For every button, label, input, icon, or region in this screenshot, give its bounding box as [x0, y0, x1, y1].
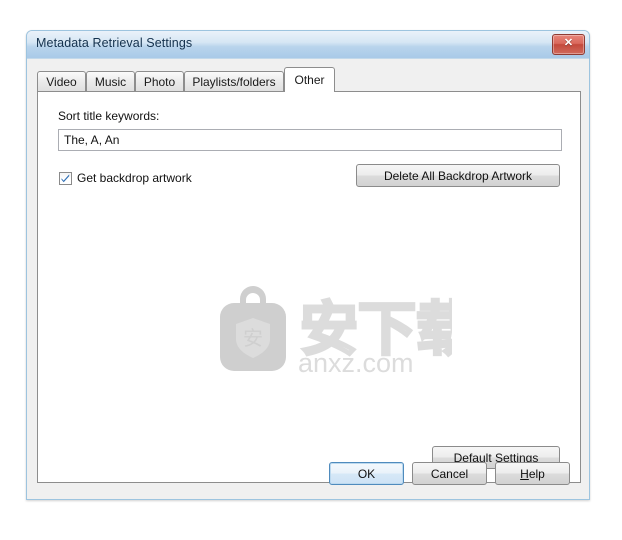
watermark-logo: 安 安下载 anxz.com — [212, 277, 476, 378]
dialog-footer: OK Cancel Help — [27, 454, 589, 499]
checkbox-box[interactable] — [59, 171, 72, 185]
get-backdrop-artwork-checkbox[interactable]: Get backdrop artwork — [59, 170, 192, 186]
settings-dialog: Metadata Retrieval Settings ✕ Video Musi… — [26, 30, 590, 500]
sort-title-keywords-input[interactable] — [58, 129, 562, 151]
help-label: elp — [528, 466, 545, 481]
tab-photo[interactable]: Photo — [135, 71, 184, 92]
ok-button[interactable]: OK — [329, 462, 404, 485]
close-icon: ✕ — [563, 37, 574, 49]
window-title: Metadata Retrieval Settings — [36, 36, 193, 50]
tab-other[interactable]: Other — [284, 67, 335, 92]
tab-strip: Video Music Photo Playlists/folders Othe… — [37, 67, 581, 92]
sort-title-keywords-label: Sort title keywords: — [58, 109, 160, 123]
watermark-site-text: anxz.com — [298, 348, 414, 377]
tab-playlists-folders[interactable]: Playlists/folders — [184, 71, 284, 92]
cancel-button[interactable]: Cancel — [412, 462, 487, 485]
title-bar: Metadata Retrieval Settings ✕ — [27, 31, 589, 59]
shield-character: 安 — [243, 326, 263, 350]
tab-music[interactable]: Music — [86, 71, 135, 92]
get-backdrop-artwork-label: Get backdrop artwork — [77, 171, 192, 185]
tab-panel-other: Sort title keywords: Get backdrop artwor… — [37, 91, 581, 483]
watermark-graphic: 安 安下载 anxz.com — [220, 286, 476, 378]
watermark-chinese-text: 安下载 — [300, 295, 452, 363]
close-button[interactable]: ✕ — [552, 34, 585, 55]
tab-video[interactable]: Video — [37, 71, 86, 92]
check-icon — [61, 173, 70, 182]
dialog-body: Video Music Photo Playlists/folders Othe… — [27, 59, 589, 499]
delete-all-backdrop-artwork-button[interactable]: Delete All Backdrop Artwork — [356, 164, 560, 187]
help-accel: H — [520, 466, 529, 481]
help-button[interactable]: Help — [495, 462, 570, 485]
